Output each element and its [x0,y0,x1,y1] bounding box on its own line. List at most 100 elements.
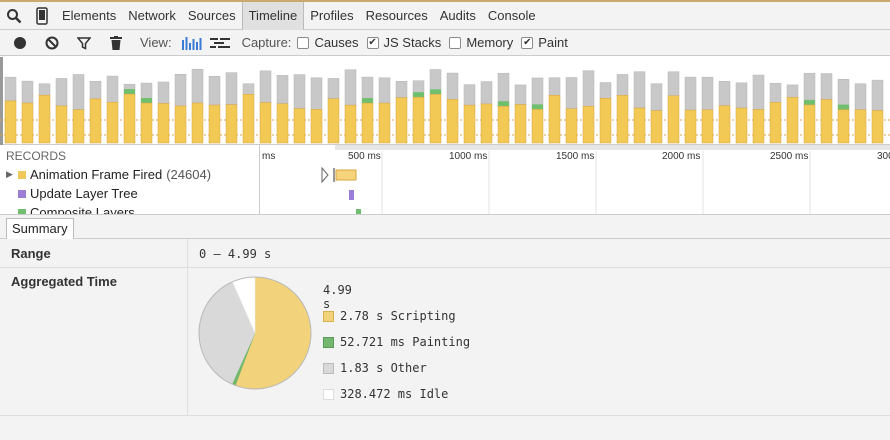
legend-label: 2.78 s Scripting [340,309,456,323]
frame-bar[interactable] [463,84,476,144]
frame-bar[interactable] [157,81,170,144]
update-layer-tree-bar[interactable] [349,190,354,200]
aggregated-time-pie-chart [198,276,312,390]
causes-checkbox-box[interactable] [297,36,310,49]
frame-bar[interactable] [650,83,663,144]
frame-bar[interactable] [344,69,357,144]
overview-left-handle[interactable] [0,57,3,145]
frame-bar[interactable] [565,77,578,144]
record-animation-frame-fired[interactable]: ▶ Animation Frame Fired (24604) [0,165,259,184]
view-flame-button[interactable] [206,30,234,56]
record-update-layer-tree[interactable]: Update Layer Tree [0,184,259,203]
legend-swatch [323,336,334,348]
tab-summary[interactable]: Summary [6,218,74,240]
paint-checkbox[interactable]: ✔ Paint [521,35,568,50]
frame-bar[interactable] [208,75,221,144]
frame-bar[interactable] [497,72,510,144]
filter-button[interactable] [68,30,100,56]
frame-bar[interactable] [769,83,782,144]
frame-bar[interactable] [293,74,306,144]
tab-elements[interactable]: Elements [56,2,122,30]
frame-bar[interactable] [21,80,34,144]
frame-bar[interactable] [684,76,697,144]
frame-bar[interactable] [89,80,102,144]
frame-bar[interactable] [123,83,136,144]
frame-bar[interactable] [701,76,714,144]
range-value: 0 – 4.99 s [199,247,272,261]
frame-bar[interactable] [616,74,629,144]
frame-bar[interactable] [548,77,561,144]
timeline-overview[interactable] [0,57,890,145]
garbage-collect-button[interactable] [100,30,132,56]
inspect-search-icon[interactable] [0,2,28,30]
timeline-records-area[interactable]: ms 500 ms 1000 ms 1500 ms 2000 ms 2500 m… [261,145,890,214]
paint-checkbox-box[interactable]: ✔ [521,36,534,49]
records-waterfall[interactable]: ms 500 ms 1000 ms 1500 ms 2000 ms 2500 m… [261,145,890,214]
legend-item-other: 1.83 s Other [323,361,427,375]
frame-bar[interactable] [140,82,153,144]
frame-bar[interactable] [55,78,68,144]
frame-bar[interactable] [633,71,646,144]
frame-bar[interactable] [752,74,765,144]
frame-bar[interactable] [514,84,527,144]
frame-bar[interactable] [480,81,493,144]
frame-bar[interactable] [837,78,850,144]
ruler-tick-label: 2000 ms [662,151,700,162]
frame-bar[interactable] [4,76,17,144]
record-expand-arrow-icon[interactable] [321,166,329,184]
ruler-tick-label: 300 [877,151,890,162]
tab-timeline[interactable]: Timeline [241,1,305,30]
frame-bar[interactable] [446,72,459,144]
animation-frame-bar[interactable] [335,169,357,181]
tab-network[interactable]: Network [122,2,182,30]
frame-bar[interactable] [259,70,272,144]
frame-bar[interactable] [820,73,833,144]
frame-bar[interactable] [786,84,799,144]
frame-bar[interactable] [871,79,884,144]
tab-audits[interactable]: Audits [434,2,482,30]
frame-bar[interactable] [242,83,255,144]
record-composite-layers[interactable]: Composite Layers [0,203,259,214]
frame-bar[interactable] [174,74,187,144]
frame-bar[interactable] [106,75,119,144]
frame-bar[interactable] [718,81,731,144]
tab-resources[interactable]: Resources [360,2,434,30]
frame-bar[interactable] [429,69,442,144]
details-tab-bar: Summary [0,214,890,240]
frame-bar[interactable] [38,83,51,144]
frame-bar[interactable] [735,82,748,144]
frames-overview-chart[interactable] [0,57,890,145]
frame-bar[interactable] [395,80,408,144]
device-mode-icon[interactable] [28,2,56,30]
frame-bar[interactable] [327,78,340,144]
frame-bar[interactable] [72,74,85,144]
tab-sources[interactable]: Sources [182,2,242,30]
memory-checkbox-box[interactable] [449,36,462,49]
memory-checkbox[interactable]: Memory [449,35,513,50]
frame-bar[interactable] [854,83,867,144]
ruler-tick-label: 1500 ms [556,151,594,162]
frame-bar[interactable] [582,70,595,144]
frame-bar[interactable] [310,77,323,144]
frame-bar[interactable] [361,76,374,144]
causes-checkbox[interactable]: Causes [297,35,359,50]
frame-bar[interactable] [667,71,680,144]
clear-button[interactable] [36,30,68,56]
frame-bar[interactable] [803,72,816,144]
frame-bar[interactable] [191,68,204,144]
view-bars-button[interactable] [178,30,206,56]
frame-bar[interactable] [599,82,612,144]
js-stacks-checkbox-box[interactable]: ✔ [366,36,379,49]
frame-bar[interactable] [225,72,238,144]
record-button[interactable] [4,30,36,56]
expand-triangle-icon[interactable]: ▶ [6,169,18,180]
filter-icon [77,36,91,50]
ruler-tick-label: 500 ms [348,151,381,162]
js-stacks-checkbox[interactable]: ✔ JS Stacks [366,35,441,50]
frame-bar[interactable] [276,75,289,144]
tab-profiles[interactable]: Profiles [304,2,359,30]
frame-bar[interactable] [531,77,544,144]
tab-console[interactable]: Console [482,2,542,30]
frame-bar[interactable] [412,80,425,144]
frame-bar[interactable] [378,77,391,144]
